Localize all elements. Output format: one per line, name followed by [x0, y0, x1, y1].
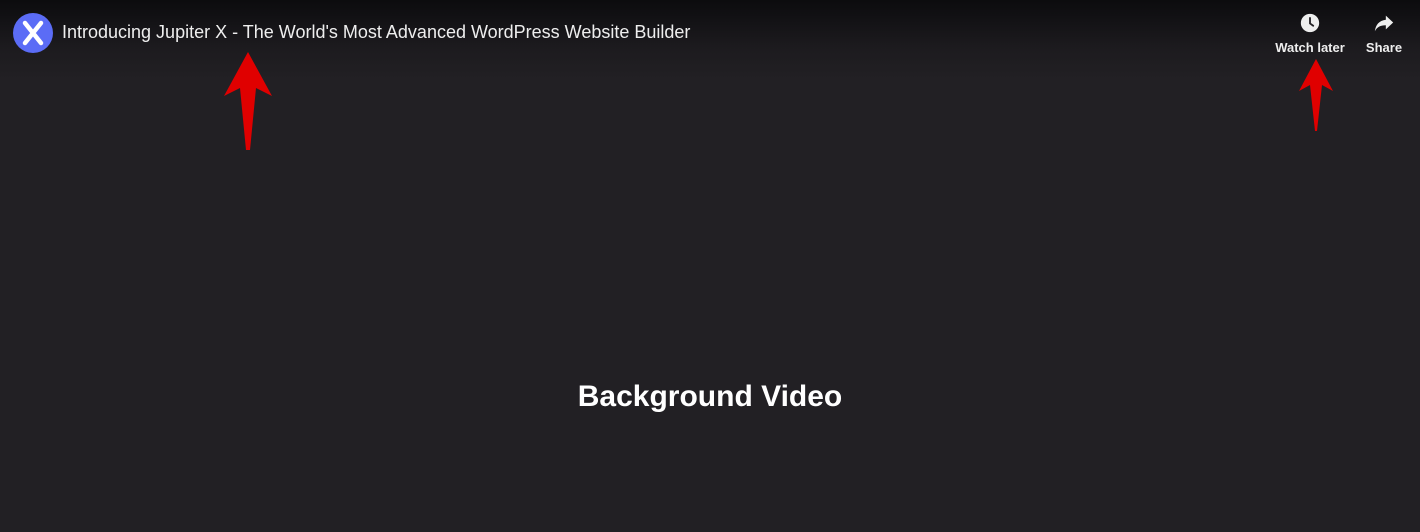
watch-later-label: Watch later	[1275, 40, 1345, 55]
jupiter-x-logo-icon	[22, 20, 44, 46]
video-title[interactable]: Introducing Jupiter X - The World's Most…	[62, 21, 690, 43]
background-video-caption: Background Video	[577, 380, 843, 413]
annotation-arrow-up-icon	[1299, 59, 1333, 131]
channel-avatar[interactable]	[13, 13, 53, 53]
clock-icon	[1300, 13, 1320, 33]
share-button[interactable]: Share	[1362, 12, 1406, 56]
share-arrow-icon	[1374, 15, 1394, 32]
annotation-arrow-up-icon	[224, 52, 272, 150]
player-top-bar: Introducing Jupiter X - The World's Most…	[0, 0, 1420, 66]
share-label: Share	[1365, 40, 1403, 55]
video-player[interactable]: Introducing Jupiter X - The World's Most…	[0, 0, 1420, 532]
watch-later-button[interactable]: Watch later	[1272, 12, 1348, 56]
